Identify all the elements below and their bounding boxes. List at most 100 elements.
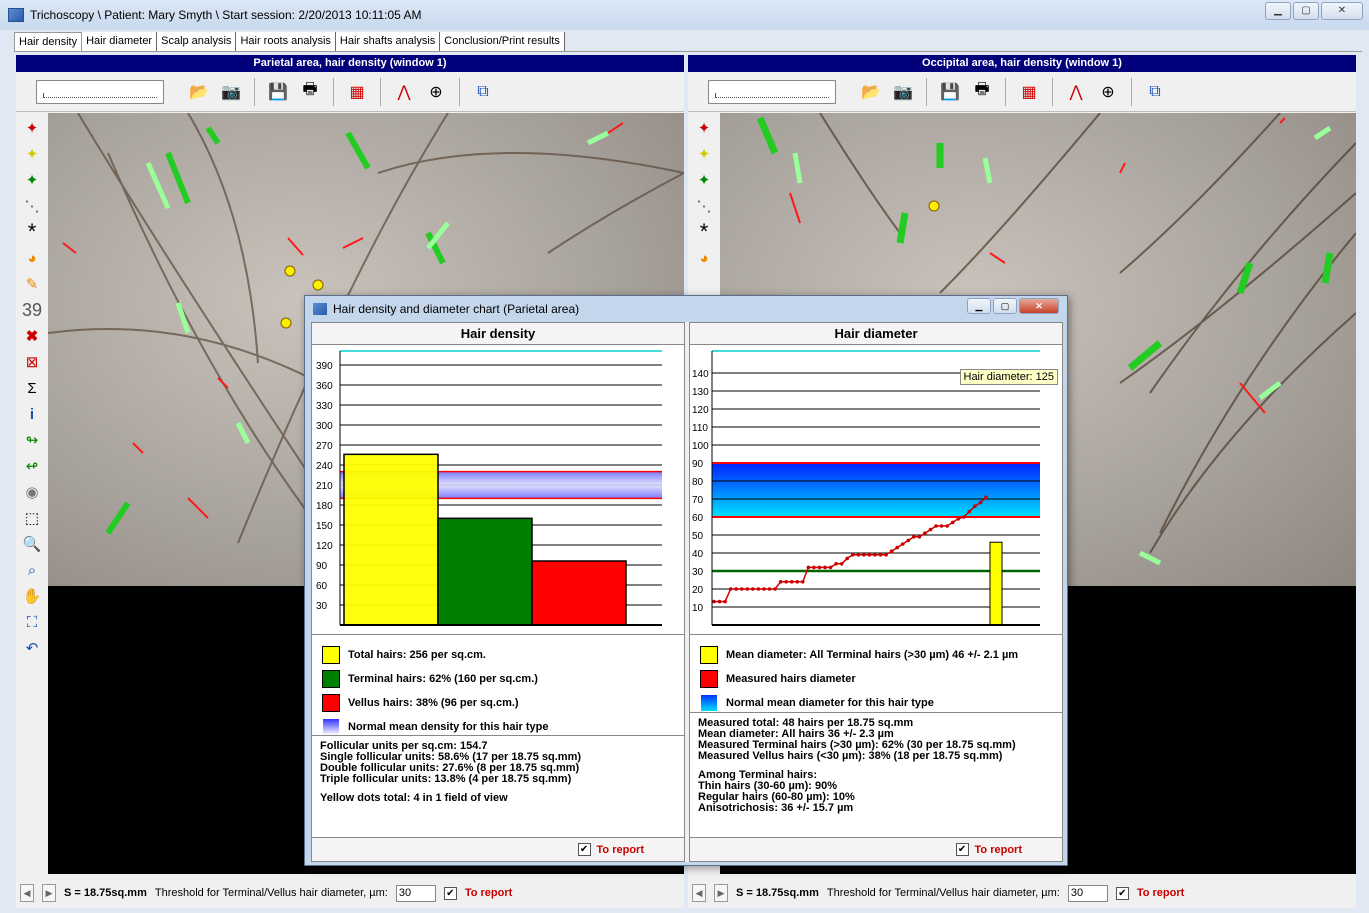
tab-conclusion[interactable]: Conclusion/Print results [440,32,565,52]
crosshair-icon[interactable]: ⊕ [423,79,449,105]
stat-line: Anisotrichosis: 36 +/- 15.7 µm [698,802,854,814]
y-tick-label: 100 [692,441,709,452]
grid-icon[interactable]: ▦ [1016,79,1042,105]
status-bar: ◀ ▶ S = 18.75sq.mm Threshold for Termina… [688,878,1356,908]
tab-hair-shafts-analysis[interactable]: Hair shafts analysis [335,32,441,52]
measured-point [723,599,727,604]
pane-header: Occipital area, hair density (window 1) [688,55,1356,72]
arrows-right-icon[interactable]: ↬ [19,427,45,453]
magic-wand-dotted-icon[interactable]: ⋱ [691,193,717,219]
zoom-icon[interactable]: 🔍 [19,531,45,557]
prev-arrow-icon[interactable]: ◀ [20,884,34,902]
measure-angle-icon[interactable]: ⋀ [1063,79,1089,105]
to-report-checkbox[interactable]: ✔ [443,886,457,900]
magic-wand-dotted-icon[interactable]: ⋱ [19,193,45,219]
diameter-legend: Mean diameter: All Terminal hairs (>30 µ… [690,635,1062,715]
legend-total: Total hairs: 256 per sq.cm. [322,643,684,667]
zoom-slider[interactable] [708,79,836,104]
measured-point [745,587,750,591]
measured-point [878,553,883,557]
status-bar: ◀ ▶ S = 18.75sq.mm Threshold for Termina… [16,878,684,908]
close-button[interactable]: ✕ [1321,2,1363,20]
copy-windows-icon[interactable]: ⧉ [1142,79,1168,105]
to-report-checkbox[interactable]: ✔ [577,843,591,856]
diameter-heading: Hair diameter [690,323,1062,345]
threshold-input[interactable] [395,884,436,902]
ruler-icon[interactable]: ✎ [19,271,45,297]
y-tick-label: 120 [692,405,709,416]
magic-wand-yellow-icon[interactable]: ✦ [691,141,717,167]
dialog-close-button[interactable]: ✕ [1019,298,1059,314]
info-icon[interactable]: i [19,401,45,427]
magic-wand-yellow-icon[interactable]: ✦ [19,141,45,167]
color-wheel-icon[interactable]: ◕ [19,245,45,271]
magic-wand-green-icon[interactable]: ✦ [691,167,717,193]
magic-wand-green-icon[interactable]: ✦ [19,167,45,193]
next-arrow-icon[interactable]: ▶ [714,884,728,902]
sum-icon[interactable]: Σ [19,375,45,401]
to-report-label: To report [974,843,1022,856]
tab-hair-diameter[interactable]: Hair diameter [82,32,158,52]
copy-windows-icon[interactable]: ⧉ [470,79,496,105]
crosshair-icon[interactable]: ⊕ [1095,79,1121,105]
y-tick-label: 390 [316,361,333,372]
open-folder-icon[interactable]: 📂 [858,79,884,105]
save-icon[interactable]: 💾 [937,79,963,105]
asterisk-icon[interactable]: * [19,219,45,245]
magic-wand-red-icon[interactable]: ✦ [691,115,717,141]
next-arrow-icon[interactable]: ▶ [42,884,56,902]
magic-wand-red-icon[interactable]: ✦ [19,115,45,141]
window-title: Trichoscopy \ Patient: Mary Smyth \ Star… [30,8,422,22]
y-tick-label: 70 [692,495,704,506]
camera-icon[interactable]: 📷 [218,79,244,105]
measured-point [767,587,772,591]
undo-icon[interactable]: ↶ [19,635,45,661]
hand-icon[interactable]: ✋ [19,583,45,609]
eye-icon[interactable]: ◉ [19,479,45,505]
threshold-label: Threshold for Terminal/Vellus hair diame… [154,887,388,899]
dialog-title-bar[interactable]: Hair density and diameter chart (Parieta… [305,296,1067,322]
delete-selection-icon[interactable]: ⊠ [19,349,45,375]
threshold-label: Threshold for Terminal/Vellus hair diame… [826,887,1060,899]
y-tick-label: 30 [316,601,328,612]
tab-scalp-analysis[interactable]: Scalp analysis [157,32,237,52]
measure-angle-icon[interactable]: ⋀ [391,79,417,105]
arrows-left-icon[interactable]: ↫ [19,453,45,479]
minimize-button[interactable]: ▁ [1265,2,1291,20]
legend-label: Total hairs: 256 per sq.cm. [348,649,486,661]
maximize-button[interactable]: ▢ [1293,2,1319,20]
fit-window-icon[interactable]: ⛶ [19,609,45,635]
print-icon[interactable]: 🖶 [297,79,323,105]
open-folder-icon[interactable]: 📂 [186,79,212,105]
dialog-maximize-button[interactable]: ▢ [993,298,1017,314]
grid-icon[interactable]: ▦ [344,79,370,105]
measured-point [862,553,866,557]
digits-icon[interactable]: 39 [19,297,45,323]
measured-point [906,538,911,543]
to-report-checkbox[interactable]: ✔ [955,843,969,856]
color-wheel-icon[interactable]: ◕ [691,245,717,271]
stat-line: Measured Vellus hairs (<30 µm): 38% (18 … [698,750,1003,762]
zoom-area-icon[interactable]: ⌕ [19,557,45,583]
measured-point [812,565,816,570]
asterisk-icon[interactable]: * [691,219,717,245]
delete-icon[interactable]: ✖ [19,323,45,349]
y-tick-label: 110 [692,423,708,434]
prev-arrow-icon[interactable]: ◀ [692,884,706,902]
measured-point [778,580,783,584]
dialog-app-icon [313,303,327,315]
tab-hair-density[interactable]: Hair density [14,32,83,52]
print-icon[interactable]: 🖶 [969,79,995,105]
density-heading: Hair density [312,323,684,345]
pane-toolbar: 📂 📷 💾 🖶 ▦ ⋀ ⊕ ⧉ [16,72,684,112]
threshold-input[interactable] [1067,884,1108,902]
tab-hair-roots-analysis[interactable]: Hair roots analysis [236,32,336,52]
density-panel: Hair density 30 60 90 120 150 180 210 240 270 300… [311,322,685,862]
save-icon[interactable]: 💾 [265,79,291,105]
dialog-minimize-button[interactable]: ▁ [967,298,991,314]
zoom-slider[interactable] [36,79,164,104]
camera-icon[interactable]: 📷 [890,79,916,105]
area-label: S = 18.75sq.mm [64,887,147,899]
select-rect-icon[interactable]: ⬚ [19,505,45,531]
to-report-checkbox[interactable]: ✔ [1115,886,1129,900]
